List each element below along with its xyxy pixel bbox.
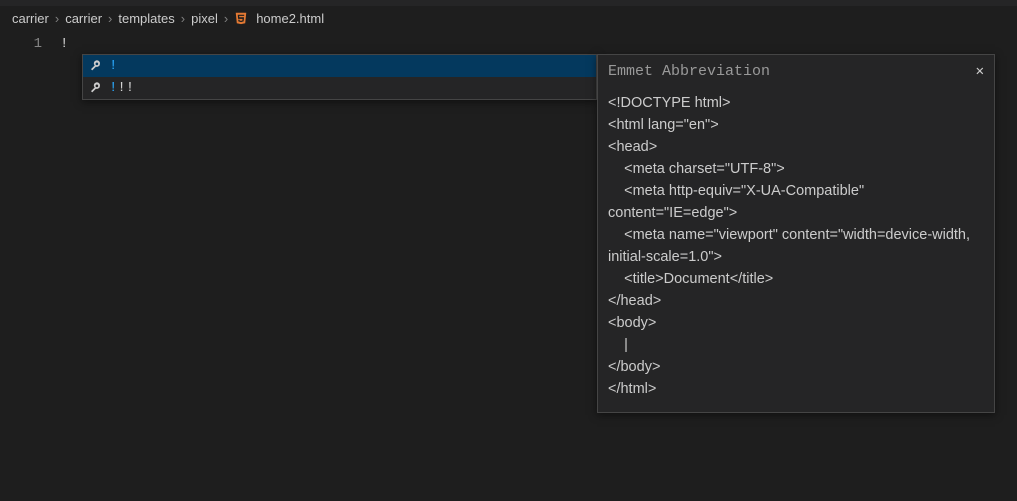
line-gutter: 1 [0,30,60,54]
breadcrumb-item[interactable]: templates [118,11,174,26]
editor-area[interactable]: 1 ! [0,30,1017,54]
chevron-right-icon: › [224,11,228,26]
breadcrumb-filename[interactable]: home2.html [256,11,324,26]
breadcrumb-item[interactable]: pixel [191,11,218,26]
chevron-right-icon: › [181,11,185,26]
breadcrumb-item[interactable]: carrier [12,11,49,26]
suggest-item[interactable]: ! [83,55,596,77]
line-number: 1 [0,34,42,54]
suggest-item[interactable]: !!! [83,77,596,99]
preview-body: <!DOCTYPE html> <html lang="en"> <head> … [598,92,994,400]
suggest-preview: Emmet Abbreviation ✕ <!DOCTYPE html> <ht… [597,54,995,413]
wrench-icon [87,59,105,73]
wrench-icon [87,81,105,95]
suggest-label: !!! [109,80,134,96]
suggest-label: ! [109,58,117,74]
code-content[interactable]: ! [60,30,1017,54]
preview-title: Emmet Abbreviation [608,63,770,80]
close-icon[interactable]: ✕ [976,63,984,80]
code-line: ! [60,34,1017,54]
breadcrumb: carrier › carrier › templates › pixel › … [0,6,1017,30]
chevron-right-icon: › [108,11,112,26]
breadcrumb-item[interactable]: carrier [65,11,102,26]
chevron-right-icon: › [55,11,59,26]
suggest-widget[interactable]: ! !!! [82,54,597,100]
html-file-icon [234,11,248,25]
